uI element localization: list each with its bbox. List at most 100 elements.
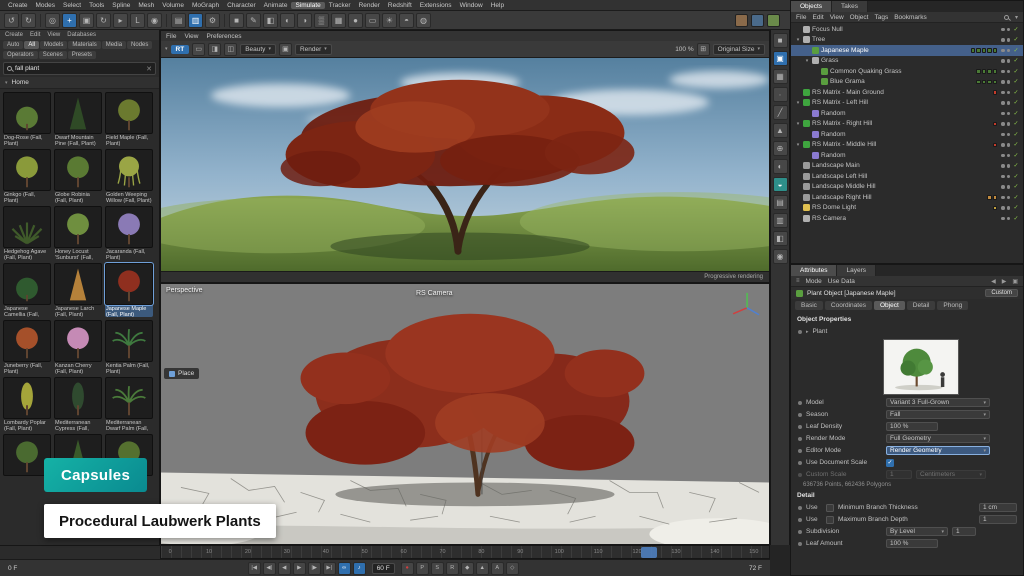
object-row[interactable]: RS Matrix - Main Ground ✓ — [791, 87, 1023, 98]
tag-chip[interactable] — [993, 80, 998, 85]
asset-item[interactable]: Japanese Maple (Fall, Plant) — [105, 263, 153, 317]
asset-search[interactable]: ✕ — [3, 62, 156, 75]
editor-visibility-dot[interactable] — [1001, 59, 1005, 63]
fields-icon[interactable]: ◑ — [297, 13, 312, 28]
object-row[interactable]: ▾ RS Matrix - Middle Hill ✓ — [791, 140, 1023, 151]
tag-chip[interactable] — [993, 195, 998, 200]
render-menu-view[interactable]: View — [184, 33, 198, 40]
go-to-previous-key-icon[interactable]: ◀| — [263, 562, 276, 575]
expander-icon[interactable]: ▾ — [795, 37, 801, 43]
volume-icon[interactable]: ▒ — [314, 13, 329, 28]
timeline-ruler[interactable]: 0102030405060708090100110120130140150 — [160, 545, 770, 559]
render-mode-dropdown[interactable]: Full Geometry▾ — [886, 434, 990, 443]
object-row[interactable]: ▾ Tree ✓ — [791, 35, 1023, 46]
object-row[interactable]: Landscape Left Hill ✓ — [791, 171, 1023, 182]
move-tool-icon[interactable]: + — [62, 13, 77, 28]
enable-check-icon[interactable]: ✓ — [1012, 215, 1020, 222]
editor-visibility-dot[interactable] — [1001, 38, 1005, 42]
enable-check-icon[interactable]: ✓ — [1012, 78, 1020, 85]
go-to-next-frame-icon[interactable]: |▶ — [308, 562, 321, 575]
mograph-icon[interactable]: ◐ — [280, 13, 295, 28]
render-visibility-dot[interactable] — [1007, 28, 1011, 32]
tag-chip[interactable] — [982, 69, 987, 74]
expander-icon[interactable]: ▸ — [806, 329, 809, 335]
asset-item[interactable]: Honey Locust 'Sunburst' (Fall, Plant) — [54, 206, 102, 260]
enable-check-icon[interactable]: ✓ — [1012, 47, 1020, 54]
fit-view-icon[interactable]: ⊞ — [697, 43, 710, 56]
expander-icon[interactable]: ▾ — [795, 100, 801, 106]
editor-visibility-dot[interactable] — [1001, 196, 1005, 200]
season-dropdown[interactable]: Fall▾ — [886, 410, 990, 419]
editor-visibility-dot[interactable] — [1001, 175, 1005, 179]
menu-character[interactable]: Character — [223, 2, 260, 9]
render-visibility-dot[interactable] — [1007, 80, 1011, 84]
simulation-icon[interactable]: ▦ — [331, 13, 346, 28]
environment-icon[interactable]: ◍ — [416, 13, 431, 28]
menu-redshift[interactable]: Redshift — [384, 2, 416, 9]
asset-item[interactable]: Dwarf Mountain Pine (Fall, Plant) — [54, 92, 102, 146]
menu-tracker[interactable]: Tracker — [325, 2, 355, 9]
enable-check-icon[interactable]: ✓ — [1012, 99, 1020, 106]
attr-tab-basic[interactable]: Basic — [795, 301, 823, 310]
asset-item[interactable]: Mediterranean Cypress (Fall, Plant) — [54, 377, 102, 431]
menu-mograph[interactable]: MoGraph — [188, 2, 223, 9]
play-forwards-icon[interactable]: ▶ — [293, 562, 306, 575]
render-visibility-dot[interactable] — [1007, 154, 1011, 158]
tag-chip[interactable] — [993, 143, 998, 148]
asset-tab-auto[interactable]: Auto — [3, 41, 23, 49]
object-search-icon[interactable] — [1004, 15, 1009, 20]
editor-visibility-dot[interactable] — [1001, 143, 1005, 147]
camera-label[interactable]: RS Camera — [416, 290, 453, 297]
history-forward-icon[interactable]: ▶ — [1002, 278, 1007, 285]
asset-tab-media[interactable]: Media — [102, 41, 126, 49]
viewport-filter-icon[interactable]: ◐ — [773, 159, 788, 174]
asset-menu-create[interactable]: Create — [5, 32, 23, 38]
asset-tab-nodes[interactable]: Nodes — [127, 41, 152, 49]
editor-visibility-dot[interactable] — [1001, 154, 1005, 158]
breadcrumb[interactable]: ▾ Home — [0, 77, 159, 89]
asset-tab-models[interactable]: Models — [40, 41, 67, 49]
object-row[interactable]: ▾ RS Matrix - Right Hill ✓ — [791, 119, 1023, 130]
attr-tab-detail[interactable]: Detail — [907, 301, 936, 310]
tag-chip[interactable] — [982, 80, 987, 85]
primitive-cube-icon[interactable]: ■ — [229, 13, 244, 28]
tag-chip[interactable] — [993, 122, 998, 127]
plant-preview[interactable] — [883, 339, 959, 395]
leaf-density-field[interactable]: 100 % — [886, 422, 938, 431]
workplane-lock-icon[interactable]: ▥ — [773, 213, 788, 228]
use-document-scale-checkbox[interactable]: ✓ — [886, 459, 894, 467]
object-row[interactable]: Landscape Middle Hill ✓ — [791, 182, 1023, 193]
object-row[interactable]: RS Camera ✓ — [791, 213, 1023, 224]
editor-visibility-dot[interactable] — [1001, 49, 1005, 53]
zoom-level[interactable]: 100 % — [675, 46, 693, 53]
current-frame-field[interactable]: 60 F — [372, 563, 395, 574]
render-visibility-dot[interactable] — [1007, 206, 1011, 210]
attr-tab-phong[interactable]: Phong — [937, 301, 968, 310]
anim-dot[interactable] — [798, 401, 802, 405]
enable-check-icon[interactable]: ✓ — [1012, 68, 1020, 75]
asset-item[interactable]: Kanzan Cherry (Fall, Plant) — [54, 320, 102, 374]
tag-chip[interactable] — [976, 80, 981, 85]
object-row[interactable]: Japanese Maple ✓ — [791, 45, 1023, 56]
object-row[interactable]: ▾ Grass ✓ — [791, 56, 1023, 67]
anim-dot[interactable] — [798, 437, 802, 441]
objects-menu-bookmarks[interactable]: Bookmarks — [894, 14, 927, 21]
snap-icon[interactable]: ◒ — [773, 177, 788, 192]
menu-render[interactable]: Render — [355, 2, 384, 9]
render-visibility-dot[interactable] — [1007, 112, 1011, 116]
objects-menu-tags[interactable]: Tags — [874, 14, 888, 21]
tag-chip[interactable] — [976, 48, 981, 53]
tag-chip[interactable] — [993, 90, 998, 95]
asset-subtab-scenes[interactable]: Scenes — [39, 51, 67, 59]
editor-visibility-dot[interactable] — [1001, 206, 1005, 210]
history-back-icon[interactable]: ◀ — [991, 278, 996, 285]
asset-item[interactable]: Mediterranean Dwarf Palm (Fall, Plant) — [105, 377, 153, 431]
scale-tool-icon[interactable]: ▣ — [79, 13, 94, 28]
workplane-mode-icon[interactable]: ▦ — [773, 69, 788, 84]
size-dropdown[interactable]: Original Size▾ — [713, 44, 765, 55]
light-icon[interactable]: ☀ — [382, 13, 397, 28]
asset-menu-edit[interactable]: Edit — [30, 32, 40, 38]
render-camera-icon[interactable]: ▭ — [192, 43, 205, 56]
object-row[interactable]: Random ✓ — [791, 129, 1023, 140]
record-scale-icon[interactable]: S — [431, 562, 444, 575]
